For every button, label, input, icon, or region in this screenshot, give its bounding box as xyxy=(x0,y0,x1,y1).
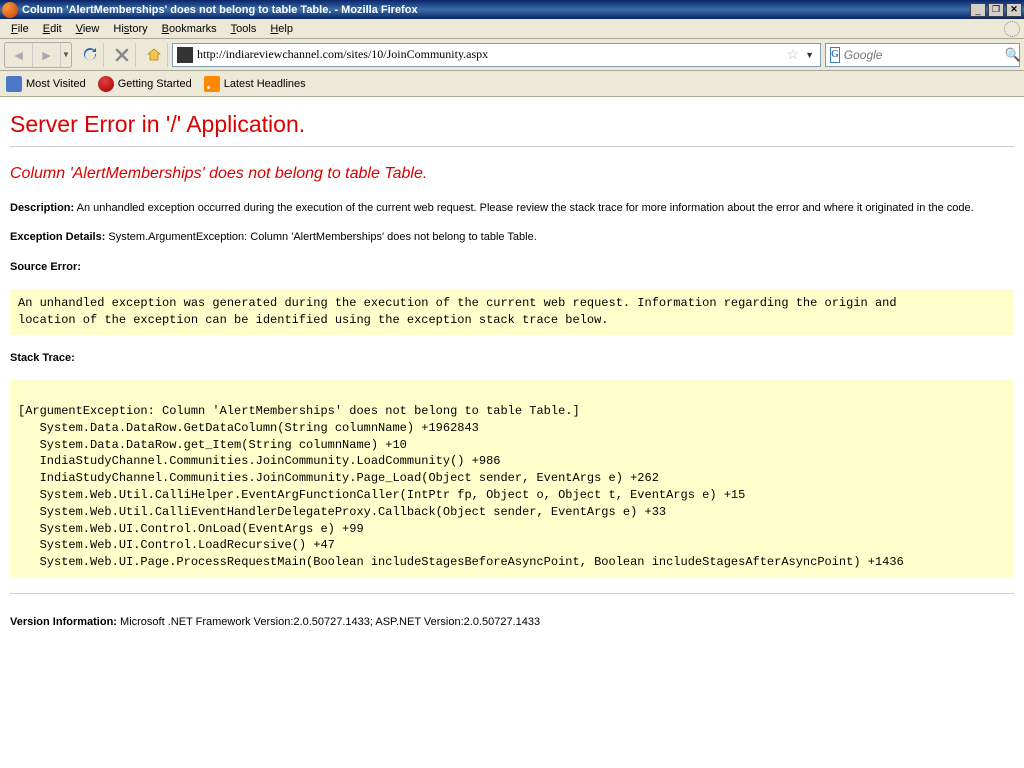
page-content: Server Error in '/' Application. Column … xyxy=(0,97,1024,636)
version-label: Version Information: xyxy=(10,616,117,628)
search-box[interactable]: G 🔍 xyxy=(825,43,1020,67)
description-label: Description: xyxy=(10,202,74,214)
restore-button[interactable]: ❐ xyxy=(988,3,1004,17)
stack-trace-label: Stack Trace: xyxy=(10,352,75,364)
exception-details-field: Exception Details: System.ArgumentExcept… xyxy=(10,230,1014,245)
exception-text: System.ArgumentException: Column 'AlertM… xyxy=(105,231,536,243)
bookmark-star-icon[interactable]: ☆ xyxy=(787,46,800,63)
reload-icon xyxy=(82,47,98,63)
source-error-label: Source Error: xyxy=(10,261,81,273)
menu-file[interactable]: File xyxy=(4,21,36,37)
error-heading: Column 'AlertMemberships' does not belon… xyxy=(10,165,1014,183)
bookmark-getting-started[interactable]: Getting Started xyxy=(98,76,192,92)
menu-edit[interactable]: Edit xyxy=(36,21,69,37)
site-favicon-icon xyxy=(177,47,193,63)
page-title: Server Error in '/' Application. xyxy=(10,111,1014,138)
reload-button[interactable] xyxy=(76,43,104,67)
google-engine-icon[interactable]: G xyxy=(830,47,840,63)
folder-icon xyxy=(6,76,22,92)
bookmark-label: Getting Started xyxy=(118,78,192,90)
menu-bookmarks[interactable]: Bookmarks xyxy=(155,21,224,37)
navigation-toolbar: ◄ ► ▼ ☆ ▼ G 🔍 xyxy=(0,39,1024,71)
exception-label: Exception Details: xyxy=(10,231,105,243)
version-separator xyxy=(10,593,1014,594)
close-button[interactable]: ✕ xyxy=(1006,3,1022,17)
home-button[interactable] xyxy=(140,43,168,67)
stack-trace-box: [ArgumentException: Column 'AlertMembers… xyxy=(10,380,1014,577)
history-dropdown-button[interactable]: ▼ xyxy=(61,43,71,67)
rss-feed-icon xyxy=(204,76,220,92)
search-icon[interactable]: 🔍 xyxy=(1005,47,1021,63)
menu-help[interactable]: Help xyxy=(263,21,300,37)
minimize-button[interactable]: _ xyxy=(970,3,986,17)
stop-icon xyxy=(115,48,129,62)
url-input[interactable] xyxy=(197,47,783,62)
left-arrow-icon: ◄ xyxy=(12,47,26,63)
title-separator xyxy=(10,146,1014,147)
window-title: Column 'AlertMemberships' does not belon… xyxy=(22,4,970,16)
activity-indicator-icon xyxy=(1004,21,1020,37)
home-icon xyxy=(146,47,162,63)
firefox-icon xyxy=(2,2,18,18)
version-text: Microsoft .NET Framework Version:2.0.507… xyxy=(117,616,540,628)
url-dropdown-icon[interactable]: ▼ xyxy=(803,50,816,60)
version-info: Version Information: Microsoft .NET Fram… xyxy=(10,616,1014,628)
bookmark-most-visited[interactable]: Most Visited xyxy=(6,76,86,92)
back-button[interactable]: ◄ xyxy=(5,43,33,67)
url-bar[interactable]: ☆ ▼ xyxy=(172,43,821,67)
source-error-box: An unhandled exception was generated dur… xyxy=(10,289,1014,335)
menu-bar: File Edit View History Bookmarks Tools H… xyxy=(0,19,1024,39)
bookmark-latest-headlines[interactable]: Latest Headlines xyxy=(204,76,306,92)
source-error-label-field: Source Error: xyxy=(10,260,1014,275)
stop-button[interactable] xyxy=(108,43,136,67)
forward-button[interactable]: ► xyxy=(33,43,61,67)
back-forward-group: ◄ ► ▼ xyxy=(4,42,72,68)
description-text: An unhandled exception occurred during t… xyxy=(74,202,973,214)
bookmark-label: Latest Headlines xyxy=(224,78,306,90)
menu-view[interactable]: View xyxy=(69,21,107,37)
menu-history[interactable]: History xyxy=(106,21,154,37)
stack-trace-label-field: Stack Trace: xyxy=(10,351,1014,366)
search-input[interactable] xyxy=(844,48,1001,62)
bookmark-label: Most Visited xyxy=(26,78,86,90)
menu-tools[interactable]: Tools xyxy=(224,21,264,37)
window-titlebar: Column 'AlertMemberships' does not belon… xyxy=(0,0,1024,19)
description-field: Description: An unhandled exception occu… xyxy=(10,201,1014,216)
mozilla-icon xyxy=(98,76,114,92)
bookmarks-toolbar: Most Visited Getting Started Latest Head… xyxy=(0,71,1024,97)
window-controls: _ ❐ ✕ xyxy=(970,3,1022,17)
right-arrow-icon: ► xyxy=(40,47,54,63)
